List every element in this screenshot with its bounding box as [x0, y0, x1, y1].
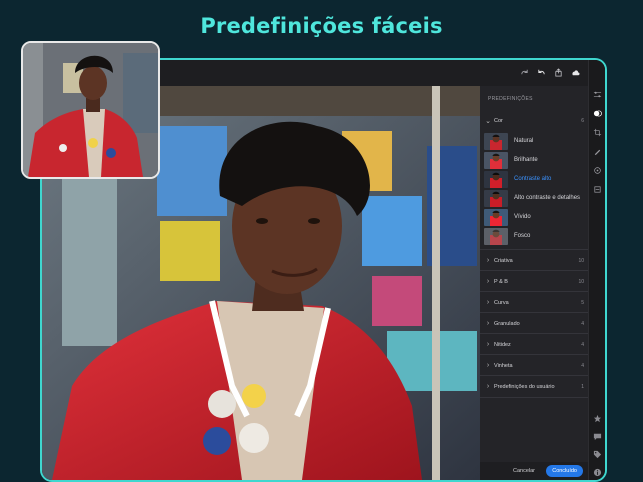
chevron-right-icon: › — [486, 362, 490, 369]
selective-icon[interactable] — [593, 166, 602, 175]
preset-label: Alto contraste e detalhes — [514, 195, 581, 201]
preset-thumbnail — [484, 151, 508, 169]
group-label: Vinheta — [494, 362, 513, 369]
undo-icon[interactable] — [537, 68, 546, 77]
preset-thumbnail — [484, 208, 508, 226]
group-count: 5 — [581, 299, 584, 306]
crop-icon[interactable] — [593, 128, 602, 137]
preset-brilhante[interactable]: Brilhante — [484, 151, 588, 169]
presets-panel: PREDEFINIÇÕES ⌄ Cor 6 Natural Brilhante … — [480, 86, 588, 480]
preset-contraste-alto[interactable]: Contraste alto — [484, 170, 588, 188]
share-icon[interactable] — [554, 68, 563, 77]
cloud-sync-icon[interactable] — [571, 68, 580, 77]
group-label: Granulado — [494, 320, 520, 327]
preset-thumbnail — [484, 227, 508, 245]
sliders-icon[interactable] — [593, 90, 602, 99]
presets-icon[interactable] — [593, 109, 602, 118]
tag-icon[interactable] — [593, 450, 602, 459]
versions-icon[interactable] — [593, 185, 602, 194]
cancel-button[interactable]: Cancelar — [513, 468, 535, 474]
chevron-right-icon: › — [486, 383, 490, 390]
star-icon[interactable] — [593, 414, 602, 423]
info-icon[interactable] — [593, 468, 602, 477]
group-count: 4 — [581, 362, 584, 369]
group-predefinicoes-usuario[interactable]: › Predefinições do usuário 1 — [480, 375, 588, 398]
group-curva[interactable]: › Curva 5 — [480, 291, 588, 313]
preset-fosco[interactable]: Fosco — [484, 227, 588, 245]
preset-thumbnail — [484, 189, 508, 207]
chevron-right-icon: › — [486, 341, 490, 348]
preset-label: Fosco — [514, 233, 531, 239]
preset-thumbnail — [484, 132, 508, 150]
group-label: Nitidez — [494, 341, 511, 348]
group-count: 10 — [578, 257, 584, 264]
group-p-b[interactable]: › P & B 10 — [480, 270, 588, 292]
group-count: 4 — [581, 320, 584, 327]
preset-vivido[interactable]: Vívido — [484, 208, 588, 226]
preset-thumbnail — [484, 170, 508, 188]
preset-alto-contraste-detalhes[interactable]: Alto contraste e detalhes — [484, 189, 588, 207]
chevron-right-icon: › — [486, 299, 490, 306]
promo-headline: Predefinições fáceis — [200, 14, 443, 38]
group-vinheta[interactable]: › Vinheta 4 — [480, 354, 588, 376]
preset-label: Contraste alto — [514, 176, 552, 182]
group-nitidez[interactable]: › Nitidez 4 — [480, 333, 588, 355]
comment-icon[interactable] — [593, 432, 602, 441]
group-label: Criativa — [494, 257, 513, 264]
preset-natural[interactable]: Natural — [484, 132, 588, 150]
preset-label: Brilhante — [514, 157, 538, 163]
group-label: Curva — [494, 299, 509, 306]
panel-footer: Cancelar Concluído — [480, 462, 588, 480]
group-count: 10 — [578, 278, 584, 285]
brush-icon[interactable] — [593, 147, 602, 156]
redo-icon[interactable] — [520, 68, 529, 77]
group-criativa[interactable]: › Criativa 10 — [480, 249, 588, 271]
done-button[interactable]: Concluído — [546, 465, 583, 477]
group-granulado[interactable]: › Granulado 4 — [480, 312, 588, 334]
tool-rail — [588, 60, 605, 480]
group-count: 1 — [581, 383, 584, 390]
chevron-right-icon: › — [486, 278, 490, 285]
group-label: Predefinições do usuário — [494, 383, 555, 390]
group-label: Cor — [494, 117, 503, 124]
group-cor-header[interactable]: ⌄ Cor 6 — [480, 110, 588, 131]
portrait-thumbnail-image — [23, 43, 158, 177]
preset-label: Vívido — [514, 214, 531, 220]
group-label: P & B — [494, 278, 508, 285]
group-count: 6 — [581, 117, 584, 124]
group-count: 4 — [581, 341, 584, 348]
before-inset-photo — [21, 41, 160, 179]
chevron-right-icon: › — [486, 320, 490, 327]
preset-label: Natural — [514, 138, 534, 144]
chevron-right-icon: › — [486, 257, 490, 264]
chevron-down-icon: ⌄ — [485, 117, 491, 125]
panel-title: PREDEFINIÇÕES — [488, 96, 533, 102]
